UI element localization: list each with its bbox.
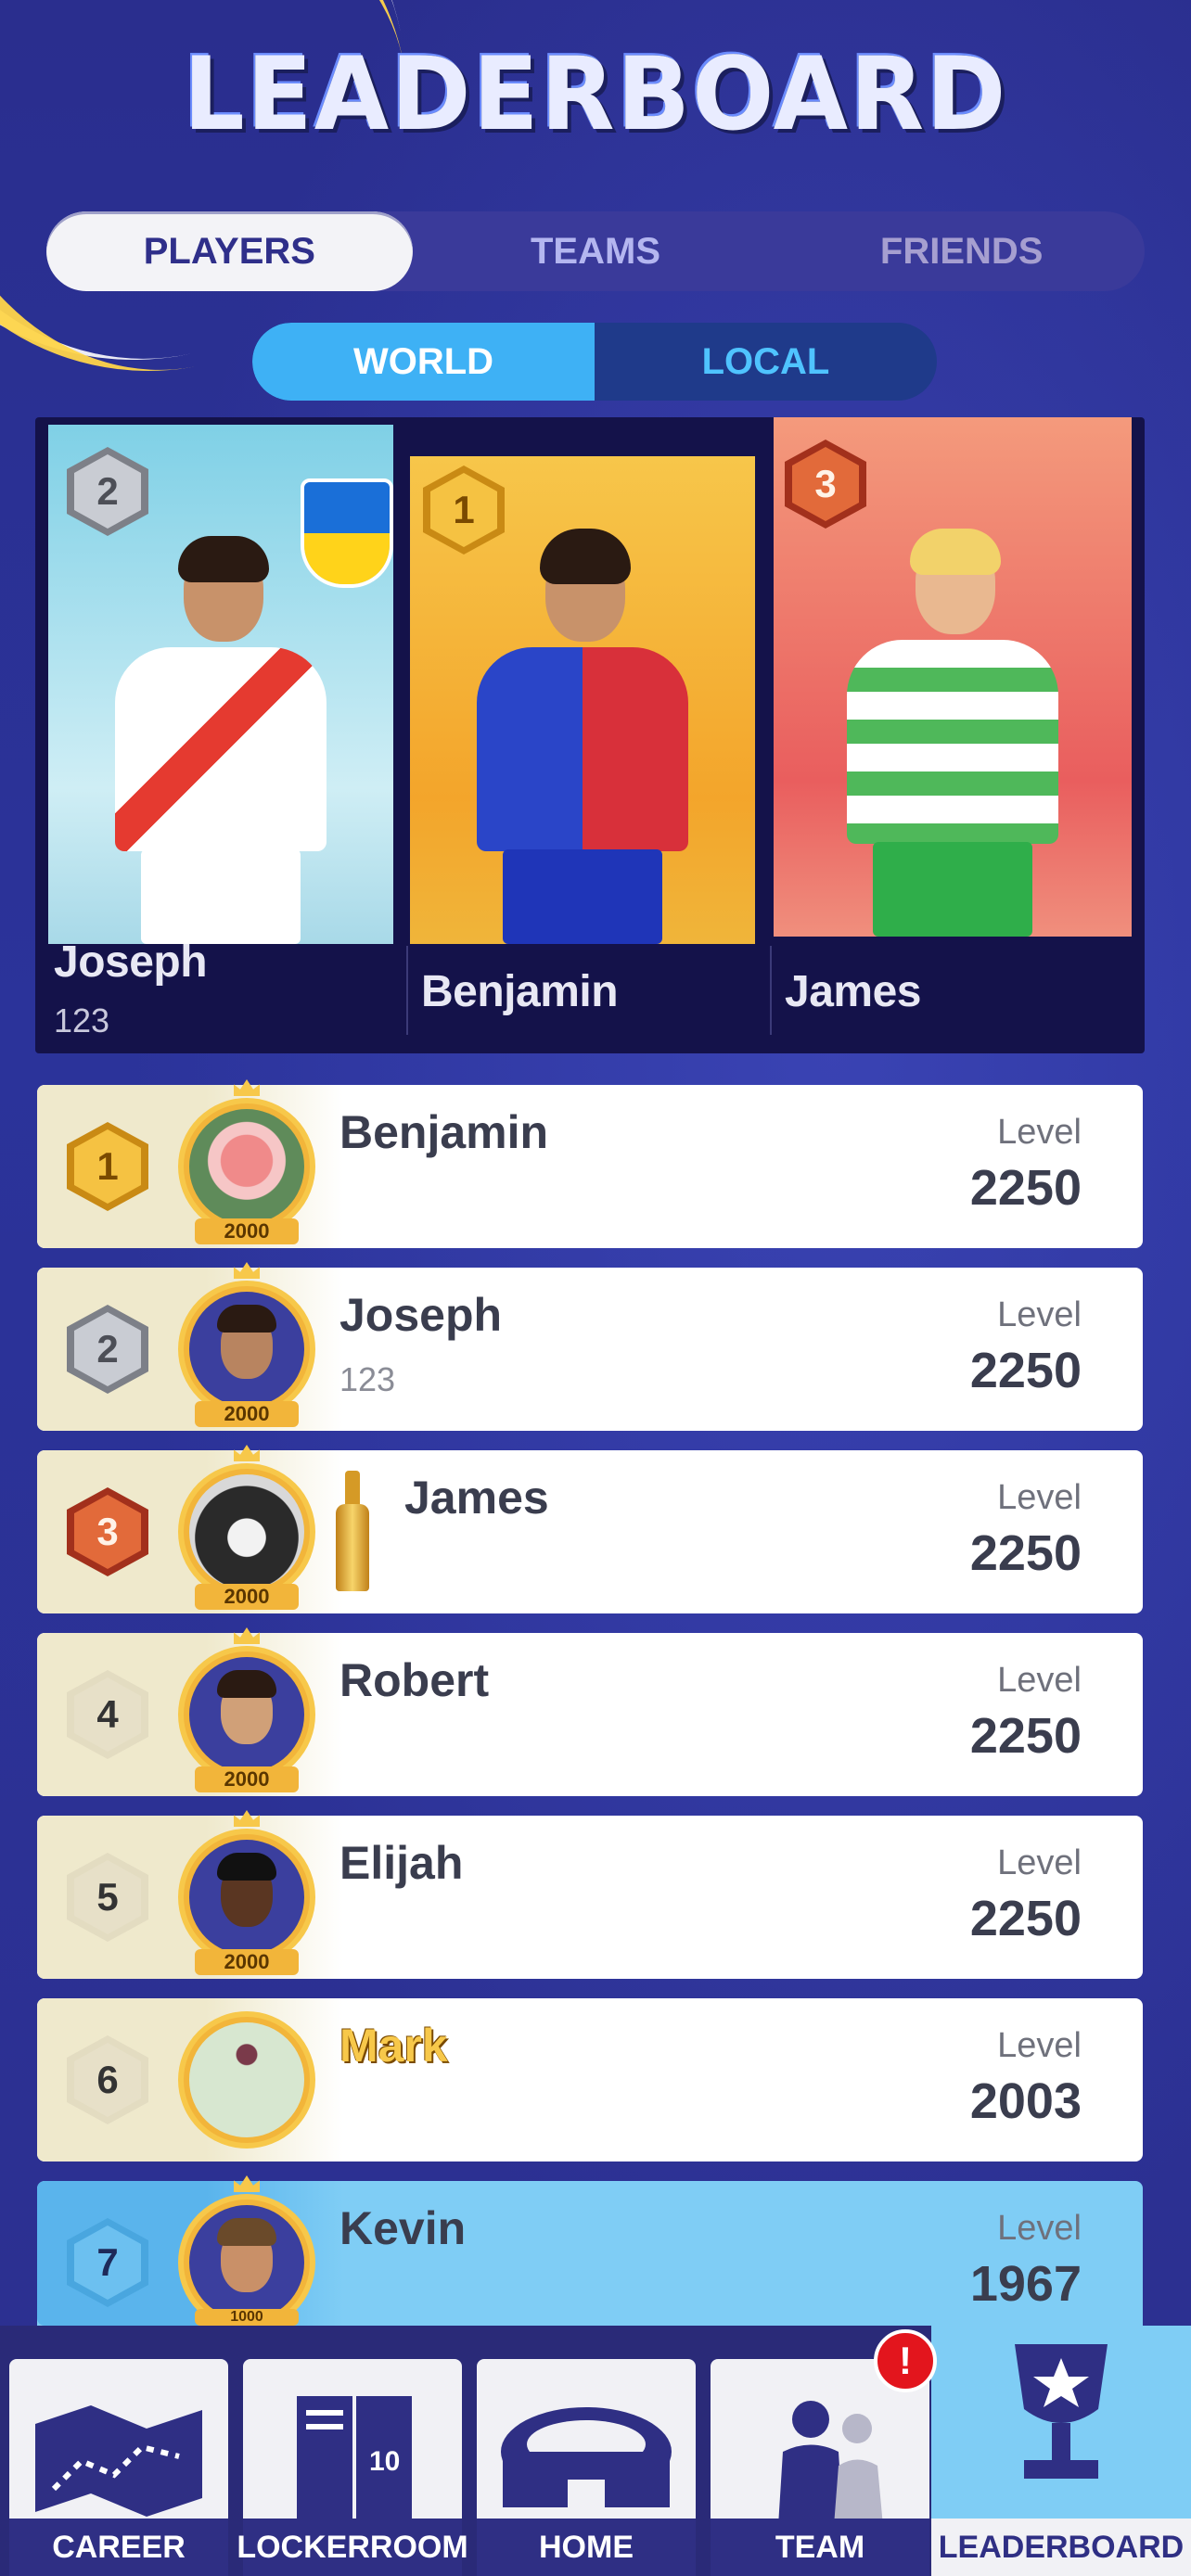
scope-toggle: WORLD LOCAL bbox=[252, 323, 937, 401]
podium-card-1[interactable]: 1 bbox=[410, 456, 755, 944]
badge-level: 2000 bbox=[195, 1766, 299, 1792]
players-icon bbox=[778, 2401, 883, 2526]
podium-name-3: James bbox=[785, 967, 921, 1016]
podium-sub-2: 123 bbox=[54, 1001, 110, 1039]
nav-team[interactable]: TEAM bbox=[711, 2359, 929, 2576]
svg-text:10: 10 bbox=[369, 2446, 400, 2477]
player-figure bbox=[832, 501, 1073, 937]
leaderboard-row[interactable]: 1 2000 Benjamin Level 2250 bbox=[37, 1079, 1143, 1248]
nav-lockerroom[interactable]: 10 LOCKERROOM bbox=[237, 2359, 468, 2576]
player-name: Mark bbox=[339, 2020, 448, 2072]
badge-level: 2000 bbox=[195, 1584, 299, 1610]
level-label: Level bbox=[997, 1295, 1082, 1334]
podium: 2 1 3 Joseph 123 Benjamin James bbox=[35, 417, 1145, 1053]
tab-friends[interactable]: FRIENDS bbox=[778, 211, 1145, 291]
leaderboard-row[interactable]: 3 2000 James Level 2250 bbox=[37, 1445, 1143, 1613]
nav-career[interactable]: CAREER bbox=[9, 2359, 228, 2576]
locker-icon: 10 bbox=[297, 2396, 412, 2526]
map-icon bbox=[35, 2405, 202, 2517]
level-value: 2003 bbox=[969, 2073, 1082, 2129]
leaderboard-row-current-user[interactable]: 7 1000 Kevin Level 1967 bbox=[37, 2175, 1143, 2331]
level-value: 2250 bbox=[969, 1891, 1082, 1946]
avatar bbox=[178, 2011, 315, 2149]
player-name: Elijah bbox=[339, 1837, 464, 1889]
nav-home[interactable]: HOME bbox=[477, 2359, 696, 2576]
tab-teams[interactable]: TEAMS bbox=[413, 211, 779, 291]
avatar bbox=[178, 1281, 315, 1418]
player-name: Kevin bbox=[339, 2202, 467, 2254]
level-value: 1967 bbox=[969, 2256, 1082, 2312]
stadium-icon bbox=[501, 2407, 672, 2507]
team-alert-badge: ! bbox=[874, 2329, 937, 2392]
champagne-bottle-icon bbox=[334, 1471, 371, 1591]
level-label: Level bbox=[997, 2026, 1082, 2065]
podium-card-3[interactable]: 3 bbox=[774, 417, 1132, 937]
badge-level: 2000 bbox=[195, 1218, 299, 1244]
badge-level: 2000 bbox=[195, 1401, 299, 1427]
avatar bbox=[178, 1646, 315, 1783]
nav-leaderboard[interactable]: LEADERBOARD bbox=[931, 2326, 1191, 2576]
scope-world[interactable]: WORLD bbox=[252, 323, 595, 401]
avatar bbox=[178, 1463, 315, 1600]
level-label: Level bbox=[997, 1478, 1082, 1517]
player-name: James bbox=[404, 1472, 549, 1524]
player-sub: 123 bbox=[339, 1360, 396, 1398]
player-figure bbox=[462, 508, 703, 944]
tab-players[interactable]: PLAYERS bbox=[46, 211, 413, 291]
player-name: Joseph bbox=[339, 1289, 503, 1341]
level-label: Level bbox=[997, 1843, 1082, 1882]
bottom-nav: CAREER 10 LOCKERROOM HOME TEAM LEADERBOA… bbox=[0, 2326, 1191, 2576]
divider bbox=[770, 946, 772, 1035]
page-title: LEADERBOARD bbox=[183, 33, 1008, 154]
badge-level: 1000 bbox=[195, 2309, 299, 2326]
level-value: 2250 bbox=[969, 1708, 1082, 1764]
badge-level: 2000 bbox=[195, 1949, 299, 1975]
main-tabs: PLAYERS TEAMS FRIENDS bbox=[46, 211, 1145, 291]
leaderboard-row[interactable]: 5 2000 Elijah Level 2250 bbox=[37, 1810, 1143, 1979]
player-name: Robert bbox=[339, 1654, 490, 1706]
level-value: 2250 bbox=[969, 1160, 1082, 1216]
level-label: Level bbox=[997, 2209, 1082, 2248]
leaderboard-row[interactable]: 4 2000 Robert Level 2250 bbox=[37, 1627, 1143, 1796]
level-label: Level bbox=[997, 1661, 1082, 1700]
avatar bbox=[178, 1829, 315, 1966]
level-value: 2250 bbox=[969, 1343, 1082, 1398]
scope-local[interactable]: LOCAL bbox=[595, 323, 937, 401]
level-value: 2250 bbox=[969, 1525, 1082, 1581]
player-figure bbox=[100, 508, 341, 944]
divider bbox=[406, 946, 408, 1035]
leaderboard-row[interactable]: 2 2000 Joseph 123 Level 2250 bbox=[37, 1262, 1143, 1431]
podium-name-1: Benjamin bbox=[421, 967, 619, 1016]
podium-name-2: Joseph bbox=[54, 937, 208, 987]
level-label: Level bbox=[997, 1113, 1082, 1152]
podium-card-2[interactable]: 2 bbox=[48, 425, 393, 944]
avatar bbox=[178, 1098, 315, 1235]
trophy-icon bbox=[1015, 2344, 1108, 2479]
leaderboard-row[interactable]: 6 Mark Level 2003 bbox=[37, 1998, 1143, 2162]
player-name: Benjamin bbox=[339, 1106, 549, 1158]
